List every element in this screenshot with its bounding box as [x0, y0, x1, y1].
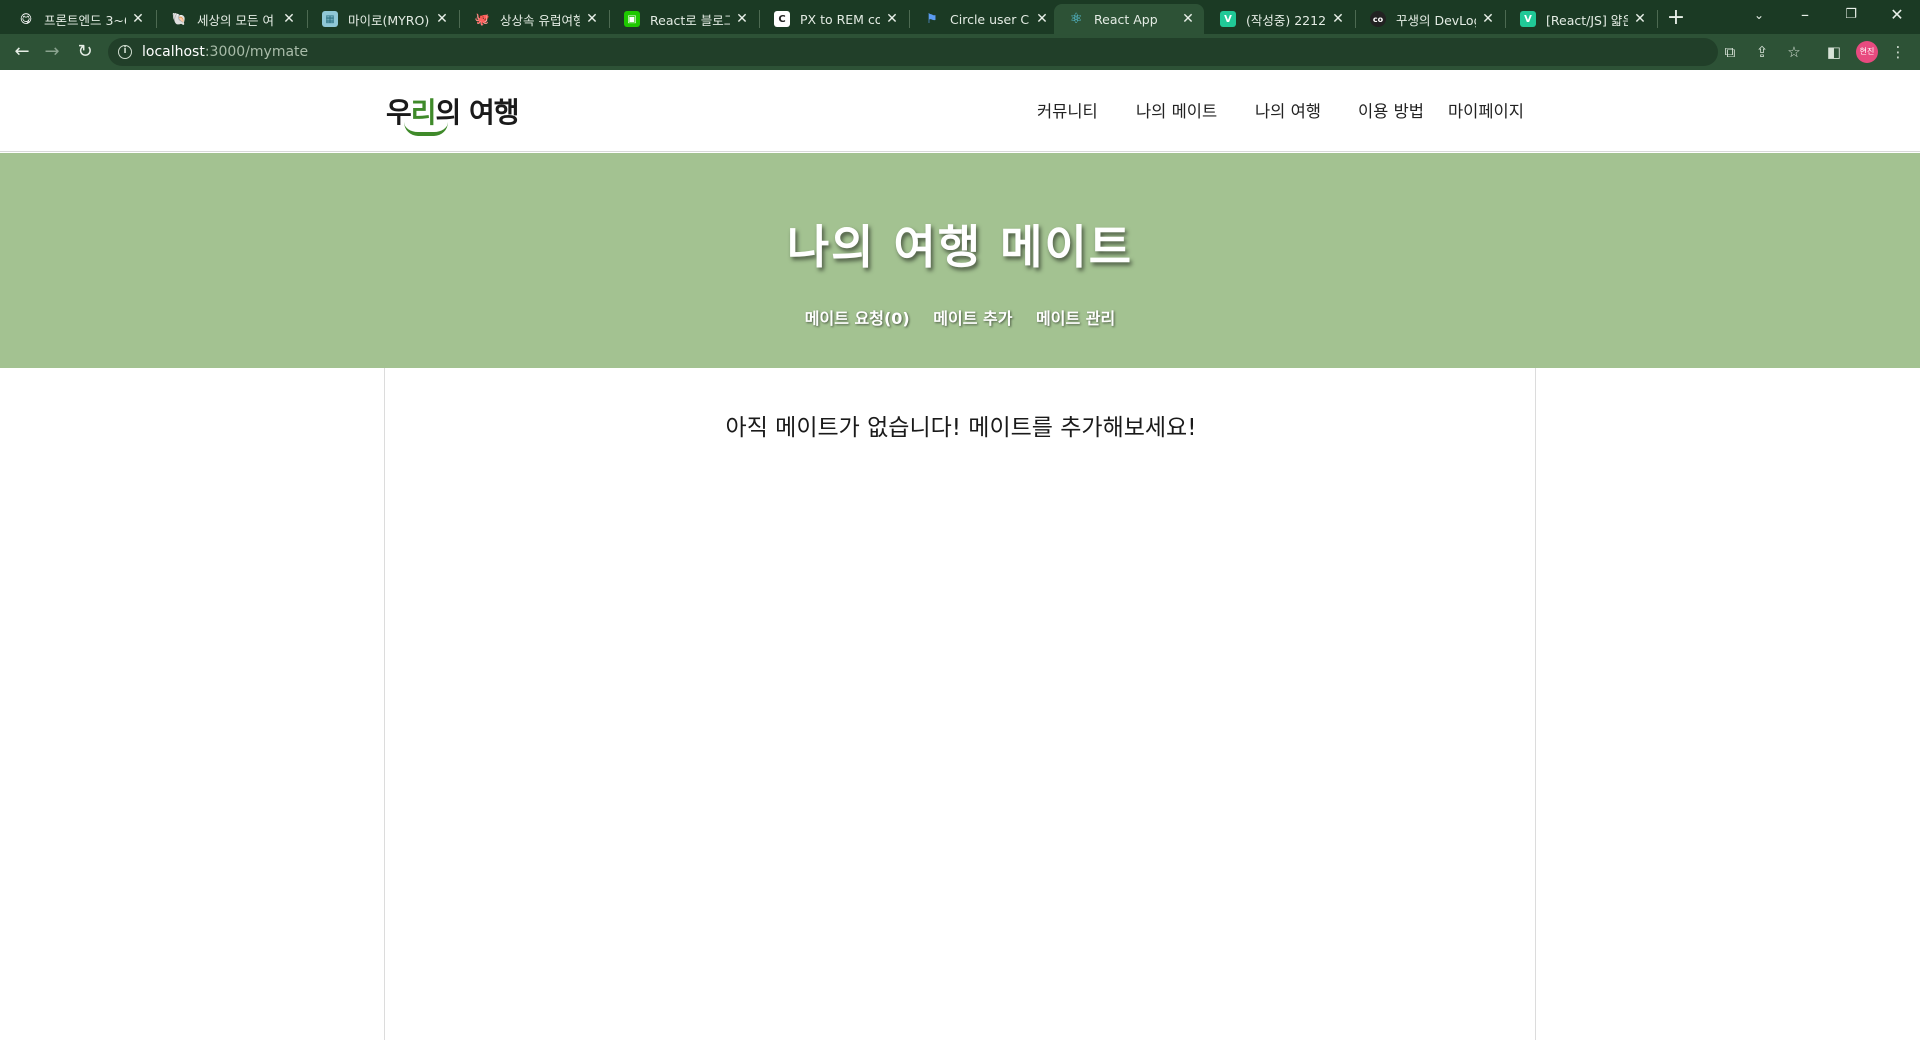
nav-my-trip[interactable]: 나의 여행 — [1255, 98, 1321, 122]
site-header: 우 리 의 여행 커뮤니티 나의 메이트 나의 여행 이용 방법 마이페이지 — [0, 70, 1920, 152]
tab-favicon-icon: V — [1220, 11, 1236, 27]
side-panel-icon[interactable]: ◧ — [1824, 42, 1844, 62]
tab-title: Circle user Clas — [950, 11, 1030, 27]
tab-favicon-icon: C — [774, 11, 790, 27]
nav-how-to-use[interactable]: 이용 방법 — [1358, 98, 1424, 122]
manage-mate-link[interactable]: 메이트 관리 — [1036, 309, 1115, 328]
close-tab-icon[interactable]: ✕ — [434, 11, 450, 27]
site-logo[interactable]: 우 리 의 여행 — [386, 86, 520, 136]
close-tab-icon[interactable]: ✕ — [281, 11, 297, 27]
close-tab-icon[interactable]: ✕ — [884, 11, 900, 27]
browser-tab[interactable]: 😋 프론트엔드 3~6 ✕ — [4, 4, 154, 34]
restore-icon[interactable]: ❐ — [1828, 0, 1874, 32]
close-tab-icon[interactable]: ✕ — [1632, 11, 1648, 27]
browser-tab[interactable]: V (작성중) 22121 ✕ — [1206, 4, 1354, 34]
url-path: :3000/mymate — [204, 44, 309, 60]
address-bar[interactable]: i localhost:3000/mymate — [108, 38, 1718, 66]
tab-favicon-icon: ▣ — [624, 11, 640, 27]
browser-tab[interactable]: V [React/JS] 얇은 ✕ — [1506, 4, 1656, 34]
more-menu-icon[interactable]: ⋮ — [1888, 42, 1908, 62]
tab-favicon-icon: co — [1370, 11, 1386, 27]
browser-tab-active[interactable]: ⚛ React App ✕ — [1054, 4, 1204, 34]
tab-favicon-icon: 🐙 — [474, 12, 490, 26]
page: 우 리 의 여행 커뮤니티 나의 메이트 나의 여행 이용 방법 마이페이지 나… — [0, 70, 1920, 1040]
browser-tab[interactable]: C PX to REM con ✕ — [760, 4, 908, 34]
add-mate-link[interactable]: 메이트 추가 — [933, 309, 1012, 328]
close-tab-icon[interactable]: ✕ — [130, 11, 146, 27]
close-window-icon[interactable]: ✕ — [1874, 0, 1920, 32]
site-info-icon[interactable]: i — [118, 45, 132, 59]
profile-avatar[interactable]: 현진 — [1856, 41, 1878, 63]
tab-favicon-icon: V — [1520, 11, 1536, 27]
reload-icon[interactable]: ↻ — [71, 38, 99, 66]
tab-title: 꾸생의 DevLog — [1396, 12, 1476, 28]
mate-requests-link[interactable]: 메이트 요청(0) — [805, 309, 910, 328]
tab-title: 세상의 모든 여 — [197, 12, 274, 28]
nav-community[interactable]: 커뮤니티 — [1037, 98, 1098, 122]
translate-icon[interactable]: ⧉ — [1720, 42, 1740, 62]
browser-toolbar: ← → ↻ i localhost:3000/mymate ⧉ ⇪ ☆ ◧ 현진… — [0, 34, 1920, 70]
mate-submenu: 메이트 요청(0) 메이트 추가 메이트 관리 — [0, 305, 1920, 329]
browser-tabstrip: 😋 프론트엔드 3~6 ✕ 🐚 세상의 모든 여 ✕ ▦ 마이로(MYRO) ✕… — [0, 0, 1920, 34]
close-tab-icon[interactable]: ✕ — [1180, 11, 1196, 27]
url-host: localhost — [142, 44, 205, 60]
bookmark-star-icon[interactable]: ☆ — [1784, 42, 1804, 62]
tab-favicon-icon: 😋 — [19, 12, 33, 26]
back-arrow-icon[interactable]: ← — [8, 38, 36, 66]
close-tab-icon[interactable]: ✕ — [584, 11, 600, 27]
tab-title: 상상속 유럽여행 — [500, 12, 580, 28]
tab-favicon-icon: ⚑ — [926, 11, 938, 27]
tab-favicon-icon: 🐚 — [171, 12, 187, 26]
tab-search-chevron-icon[interactable]: ⌄ — [1736, 0, 1782, 32]
tab-title: React App — [1094, 11, 1158, 27]
tab-favicon-icon: ▦ — [322, 11, 338, 27]
new-tab-icon[interactable]: + — [1662, 4, 1690, 32]
tab-title: 마이로(MYRO) — [348, 12, 430, 28]
close-tab-icon[interactable]: ✕ — [1034, 11, 1050, 27]
browser-tab[interactable]: ⚑ Circle user Clas ✕ — [910, 4, 1058, 34]
tab-favicon-icon: ⚛ — [1069, 11, 1083, 27]
logo-text-3: 의 여행 — [435, 96, 520, 129]
browser-tab[interactable]: ▦ 마이로(MYRO) ✕ — [308, 4, 458, 34]
nav-mypage[interactable]: 마이페이지 — [1448, 98, 1524, 122]
page-title: 나의 여행 메이트 — [786, 220, 1134, 274]
browser-tab[interactable]: co 꾸생의 DevLog ✕ — [1356, 4, 1504, 34]
close-tab-icon[interactable]: ✕ — [1330, 11, 1346, 27]
tab-title: [React/JS] 얇은 — [1546, 12, 1628, 28]
nav-my-mate[interactable]: 나의 메이트 — [1136, 98, 1217, 122]
tab-title: React로 블로그 — [650, 12, 730, 28]
share-icon[interactable]: ⇪ — [1752, 42, 1772, 62]
empty-state-message: 아직 메이트가 없습니다! 메이트를 추가해보세요! — [725, 415, 1197, 441]
close-tab-icon[interactable]: ✕ — [734, 11, 750, 27]
hero-banner: 나의 여행 메이트 메이트 요청(0) 메이트 추가 메이트 관리 — [0, 153, 1920, 368]
browser-tab[interactable]: 🐙 상상속 유럽여행 ✕ — [460, 4, 608, 34]
tab-title: 프론트엔드 3~6 — [44, 12, 126, 28]
minimize-icon[interactable]: – — [1782, 0, 1828, 32]
main-content: 아직 메이트가 없습니다! 메이트를 추가해보세요! — [384, 368, 1536, 1040]
browser-tab[interactable]: ▣ React로 블로그 ✕ — [610, 4, 758, 34]
close-tab-icon[interactable]: ✕ — [1480, 11, 1496, 27]
tab-title: (작성중) 22121 — [1246, 12, 1326, 28]
forward-arrow-icon[interactable]: → — [38, 38, 66, 66]
tab-title: PX to REM con — [800, 11, 880, 27]
logo-smile-icon — [404, 122, 448, 136]
browser-tab[interactable]: 🐚 세상의 모든 여 ✕ — [157, 4, 305, 34]
tab-separator — [1657, 10, 1658, 28]
